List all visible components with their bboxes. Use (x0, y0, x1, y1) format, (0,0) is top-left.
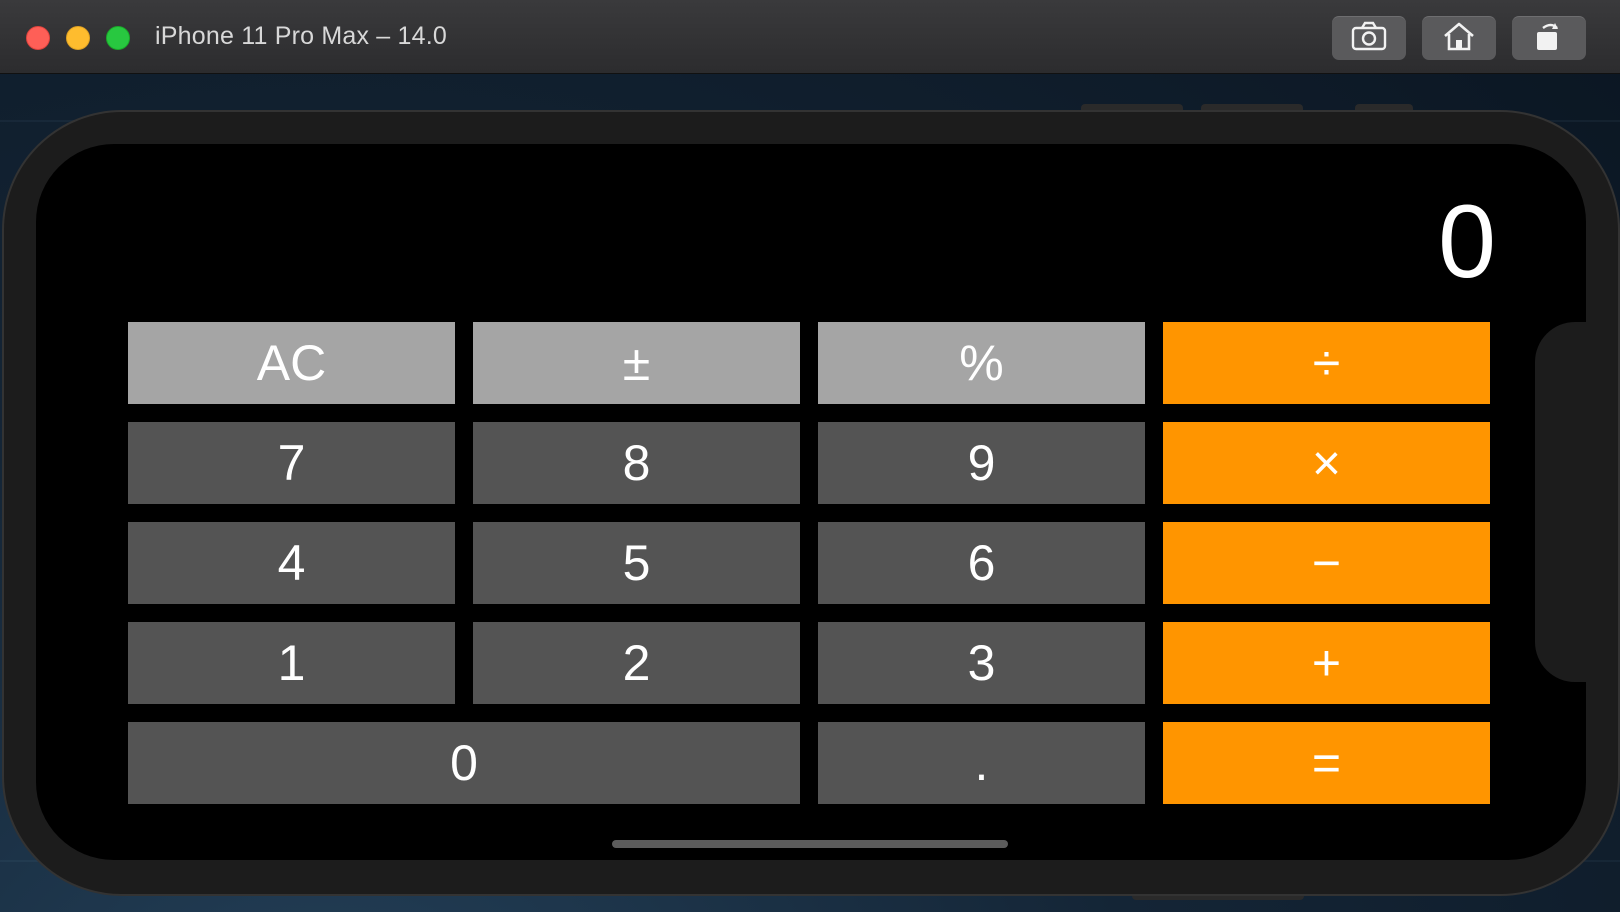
digit-6-button[interactable]: 6 (818, 522, 1145, 604)
add-button[interactable]: + (1163, 622, 1490, 704)
minimize-window-button[interactable] (66, 26, 90, 50)
home-icon (1442, 21, 1476, 56)
rotate-button[interactable] (1512, 16, 1586, 60)
digit-8-button[interactable]: 8 (473, 422, 800, 504)
digit-3-button[interactable]: 3 (818, 622, 1145, 704)
rotate-icon (1533, 20, 1565, 57)
all-clear-button[interactable]: AC (128, 322, 455, 404)
subtract-button[interactable]: − (1163, 522, 1490, 604)
zoom-window-button[interactable] (106, 26, 130, 50)
close-window-button[interactable] (26, 26, 50, 50)
digit-1-button[interactable]: 1 (128, 622, 455, 704)
home-button[interactable] (1422, 16, 1496, 60)
plus-minus-button[interactable]: ± (473, 322, 800, 404)
calculator-screen: 0 AC ± % ÷ 7 8 9 × 4 5 6 − 1 2 3 + 0 . = (36, 144, 1586, 860)
digit-2-button[interactable]: 2 (473, 622, 800, 704)
sensor-notch (1535, 322, 1595, 682)
multiply-button[interactable]: × (1163, 422, 1490, 504)
digit-5-button[interactable]: 5 (473, 522, 800, 604)
screenshot-button[interactable] (1332, 16, 1406, 60)
digit-9-button[interactable]: 9 (818, 422, 1145, 504)
simulator-title-bar: iPhone 11 Pro Max – 14.0 (0, 0, 1620, 74)
divide-button[interactable]: ÷ (1163, 322, 1490, 404)
percent-button[interactable]: % (818, 322, 1145, 404)
calculator-display: 0 (1438, 184, 1496, 300)
decimal-button[interactable]: . (818, 722, 1145, 804)
digit-0-button[interactable]: 0 (128, 722, 800, 804)
equals-button[interactable]: = (1163, 722, 1490, 804)
window-title: iPhone 11 Pro Max – 14.0 (155, 22, 448, 50)
home-indicator[interactable] (612, 840, 1008, 848)
camera-icon (1351, 21, 1387, 56)
digit-4-button[interactable]: 4 (128, 522, 455, 604)
digit-7-button[interactable]: 7 (128, 422, 455, 504)
calculator-keypad: AC ± % ÷ 7 8 9 × 4 5 6 − 1 2 3 + 0 . = (128, 322, 1491, 806)
